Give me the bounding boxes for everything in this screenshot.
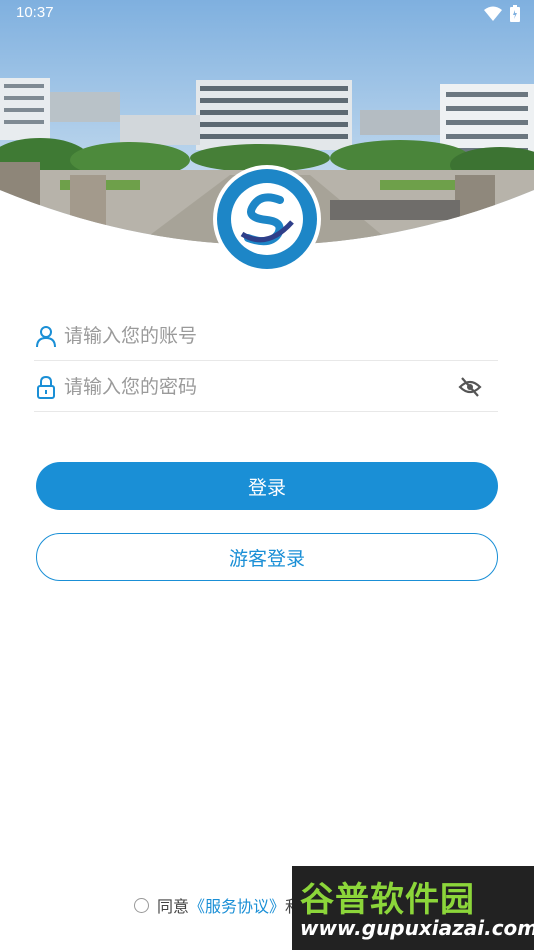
agree-text: 同意 <box>157 897 190 916</box>
account-field[interactable] <box>34 311 498 361</box>
hide-password-icon[interactable] <box>458 375 482 399</box>
watermark: 谷普软件园 www.gupuxiazai.com <box>292 866 534 950</box>
status-time: 10:37 <box>16 4 54 21</box>
service-agreement-link[interactable]: 《服务协议》 <box>189 893 285 917</box>
login-button[interactable]: 登录 <box>36 462 498 510</box>
battery-icon <box>510 5 520 26</box>
password-field[interactable] <box>34 362 498 412</box>
watermark-url: www.gupuxiazai.com <box>300 916 534 940</box>
school-logo <box>212 164 322 274</box>
watermark-title: 谷普软件园 <box>300 880 475 920</box>
lock-icon <box>34 375 58 399</box>
user-icon <box>34 324 58 348</box>
password-input[interactable] <box>64 375 444 398</box>
wifi-icon <box>484 6 502 26</box>
agree-radio[interactable] <box>134 897 149 913</box>
guest-login-button[interactable]: 游客登录 <box>36 533 498 581</box>
account-input[interactable] <box>64 324 444 347</box>
agreement-row: 同意 《服务协议》 和 <box>134 893 301 917</box>
status-bar: 10:37 <box>0 0 534 28</box>
